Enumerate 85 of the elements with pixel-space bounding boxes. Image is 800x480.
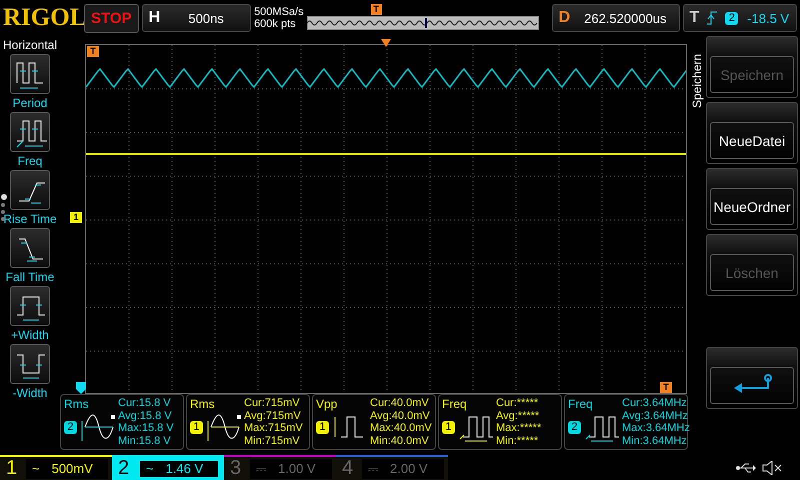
measurement-value: Avg:715mV — [244, 410, 302, 422]
softkey-button[interactable]: NeueDatei — [706, 102, 798, 164]
mute-icon — [762, 460, 782, 474]
measurement-name: Rms — [64, 397, 90, 411]
return-arrow-icon — [732, 374, 772, 396]
nwidth-measure-icon — [10, 344, 50, 384]
channel-badge: 2 — [568, 420, 581, 434]
measurement-value: Min:715mV — [244, 434, 301, 447]
measurement-value: Avg:40.0mV — [370, 410, 431, 422]
menu-title: Speichern — [690, 52, 704, 108]
usb-icon — [736, 462, 756, 474]
period-measure-icon — [10, 54, 50, 94]
measurement-value: Cur:3.64MHz — [622, 397, 688, 410]
trigger-field[interactable]: T 2 -18.5 V — [682, 4, 797, 32]
trigger-marker[interactable]: T — [660, 382, 672, 393]
measurement-panel[interactable]: Vpp 1 Cur:40.0mV Avg:40.0mV Max:40.0mV Min:40.0mV — [312, 394, 436, 450]
measure-menu-item[interactable]: +Width — [10, 286, 50, 342]
measurement-value: Max:715mV — [244, 422, 303, 434]
vertical-scale: 2.00 V — [390, 461, 428, 476]
channel-tab[interactable]: 1 ~ 500mV — [0, 455, 112, 480]
fall-measure-icon — [10, 228, 50, 268]
freq-measure-icon — [10, 112, 50, 152]
menu-title: Horizontal — [2, 38, 58, 52]
channel-number: 2 — [118, 457, 130, 480]
measurement-value: Max:3.64MHz — [622, 422, 690, 434]
back-button[interactable] — [706, 346, 798, 408]
channel-badge: 1 — [442, 420, 455, 434]
rise-measure-icon — [10, 170, 50, 210]
vertical-scale: 500mV — [52, 461, 93, 476]
measurement-name: Vpp — [316, 397, 338, 411]
channel-badge: 2 — [64, 420, 77, 434]
vertical-scale: 1.46 V — [166, 461, 204, 476]
run-stop-status[interactable]: STOP — [84, 4, 139, 32]
measurement-value: Min:***** — [496, 434, 540, 447]
timebase-field[interactable]: H 500ns — [142, 4, 252, 32]
measurement-value: Min:40.0mV — [370, 434, 430, 447]
trigger-source-badge: 2 — [725, 12, 738, 24]
measurement-panel[interactable]: Freq 2 Cur:3.64MHz Avg:3.64MHz Max:3.64MHz Min:3.64MHz — [564, 394, 688, 450]
channel-marker[interactable]: 1 — [70, 212, 82, 223]
vertical-scale: 1.00 V — [278, 461, 316, 476]
measurement-panel[interactable]: Freq 1 Cur:***** Avg:***** Max:***** Min:***** — [438, 394, 562, 450]
measure-menu-item[interactable]: Rise Time — [3, 170, 57, 226]
ground-marker-icon — [76, 382, 86, 394]
measurement-value: Min:15.8 V — [118, 434, 172, 447]
channel-number: 4 — [342, 457, 354, 480]
measurement-value: Avg:15.8 V — [118, 410, 173, 422]
pwidth-measure-icon — [10, 286, 50, 326]
channel-tab[interactable]: 4 ⎓ 2.00 V — [336, 455, 448, 480]
coupling-symbol: ~ — [146, 461, 154, 476]
measurement-panel[interactable]: Rms 2 Cur:15.8 V Avg:15.8 V Max:15.8 V Min:15.8 V — [60, 394, 184, 450]
coupling-symbol: ~ — [32, 461, 40, 476]
measurement-name: Freq — [568, 397, 594, 411]
sample-rate: 500MSa/s — [254, 6, 304, 18]
measurement-value: Cur:15.8 V — [118, 397, 172, 410]
measurement-value: Max:***** — [496, 422, 542, 434]
measurement-value: Cur:***** — [496, 397, 540, 410]
measurement-value: Avg:***** — [496, 410, 540, 422]
channel-tab[interactable]: 3 ⎓ 1.00 V — [224, 455, 336, 480]
measurement-name: Rms — [190, 397, 216, 411]
channel-number: 1 — [6, 457, 18, 480]
measurement-name: Freq — [442, 397, 468, 411]
measurement-value: Avg:3.64MHz — [622, 410, 689, 422]
trigger-position-marker: T — [370, 4, 382, 15]
measurement-panel[interactable]: Rms 1 Cur:715mV Avg:715mV Max:715mV Min:715mV — [186, 394, 310, 450]
softkey-button[interactable]: NeueOrdner — [706, 168, 798, 230]
rising-edge-icon — [707, 11, 718, 25]
measurement-value: Cur:715mV — [244, 397, 301, 410]
channel-tab[interactable]: 2 ~ 1.46 V — [112, 455, 224, 480]
measure-menu-item[interactable]: Freq — [10, 112, 50, 168]
measure-menu-item[interactable]: Period — [10, 54, 50, 110]
memory-depth: 600k pts — [254, 18, 297, 30]
measurement-value: Cur:40.0mV — [370, 397, 430, 410]
measurement-value: Max:15.8 V — [118, 422, 174, 434]
measurement-value: Max:40.0mV — [370, 422, 432, 434]
channel-badge: 1 — [190, 420, 203, 434]
channel-badge: 1 — [316, 420, 329, 434]
trigger-diamond-icon — [381, 39, 391, 47]
coupling-symbol: ⎓ — [368, 460, 378, 476]
measure-menu-item[interactable]: -Width — [10, 344, 50, 400]
measure-menu-item[interactable]: Fall Time — [6, 228, 54, 284]
trigger-marker[interactable]: T — [87, 46, 99, 57]
delay-field[interactable]: D 262.520000us — [552, 4, 680, 32]
coupling-symbol: ⎓ — [256, 460, 266, 476]
measurement-value: Min:3.64MHz — [622, 434, 688, 447]
channel-number: 3 — [230, 457, 242, 480]
